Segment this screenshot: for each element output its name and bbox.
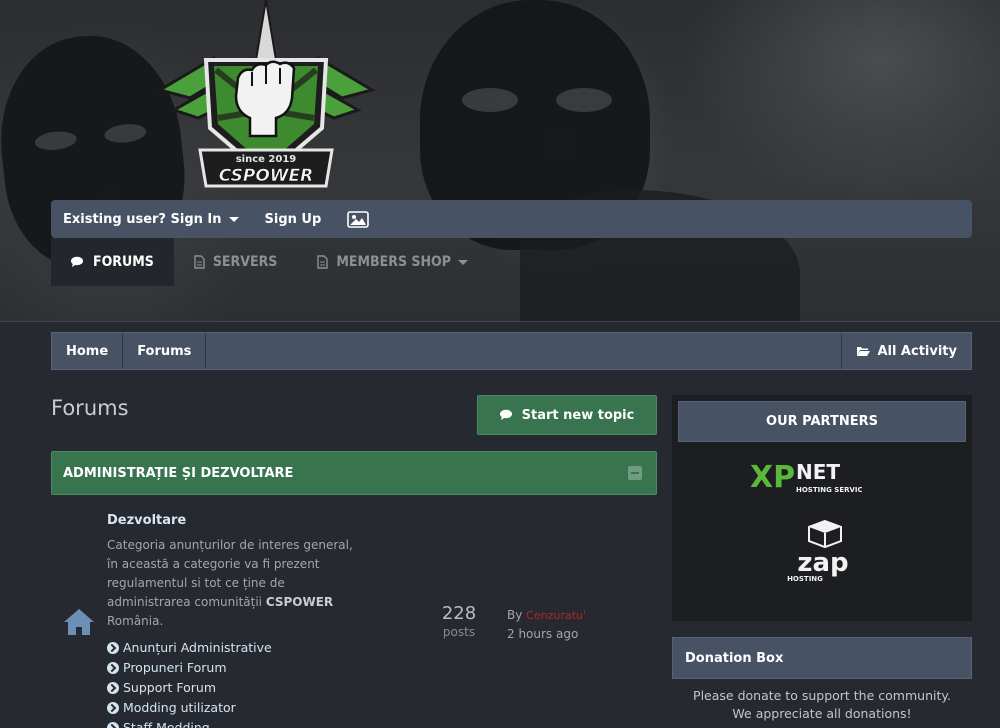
page-title: Forums <box>51 396 129 420</box>
sign-up-link[interactable]: Sign Up <box>265 212 322 227</box>
breadcrumb-home[interactable]: Home <box>52 333 124 369</box>
arrow-circle-icon <box>107 722 119 728</box>
arrow-circle-icon <box>107 662 119 674</box>
category-header: ADMINISTRAȚIE ȘI DEZVOLTARE <box>51 451 657 495</box>
user-bar: Existing user? Sign In Sign Up <box>51 200 972 238</box>
forum-row: Dezvoltare Categoria anunțurilor de inte… <box>51 505 657 728</box>
comments-icon <box>71 256 85 268</box>
arrow-circle-icon <box>107 682 119 694</box>
caret-down-icon <box>457 259 468 265</box>
arrow-circle-icon <box>107 642 119 654</box>
site-logo[interactable]: since 2019 CSPOWER <box>156 0 376 196</box>
document-icon <box>194 255 205 269</box>
tab-members-shop[interactable]: MEMBERS SHOP <box>297 238 488 286</box>
subforum-list: Anunțuri Administrative Propuneri Forum … <box>107 638 272 728</box>
donation-box-title: Donation Box <box>672 637 972 679</box>
subforum-link[interactable]: Support Forum <box>107 678 272 698</box>
document-icon <box>317 255 329 269</box>
breadcrumb: Home Forums All Activity <box>51 332 972 370</box>
svg-text:HOSTING: HOSTING <box>787 575 823 583</box>
last-post-info: By Cenzuratu' 2 hours ago <box>507 606 586 644</box>
post-count-label: posts <box>442 625 476 639</box>
svg-text:XP: XP <box>750 460 795 495</box>
forum-stats: 228 posts <box>431 603 487 639</box>
collapse-icon[interactable] <box>628 466 642 480</box>
last-post-time[interactable]: 2 hours ago <box>507 625 586 644</box>
last-post-user[interactable]: Cenzuratu' <box>526 609 586 622</box>
header-banner: since 2019 CSPOWER Existing user? Sign I… <box>0 0 1000 322</box>
sign-in-dropdown[interactable]: Existing user? Sign In <box>63 212 239 227</box>
zap-hosting-logo[interactable]: zap HOSTING <box>785 519 857 587</box>
all-activity-link[interactable]: All Activity <box>841 333 971 369</box>
xpnet-logo[interactable]: XP NET HOSTING SERVICES <box>750 457 862 499</box>
svg-text:CSPOWER: CSPOWER <box>219 166 313 186</box>
donation-text: Please donate to support the community. … <box>693 688 951 721</box>
folder-open-icon <box>856 345 871 357</box>
comments-icon <box>499 409 514 421</box>
home-icon <box>64 609 94 635</box>
tab-servers[interactable]: SERVERS <box>174 238 298 286</box>
arrow-circle-icon <box>107 702 119 714</box>
post-count: 228 <box>441 603 477 624</box>
breadcrumb-forums[interactable]: Forums <box>123 333 207 369</box>
tab-forums[interactable]: FORUMS <box>51 238 174 286</box>
forum-title[interactable]: Dezvoltare <box>107 513 186 528</box>
subforum-link[interactable]: Staff Modding <box>107 718 272 728</box>
svg-text:HOSTING SERVICES: HOSTING SERVICES <box>796 486 862 494</box>
svg-text:since 2019: since 2019 <box>236 154 297 165</box>
forum-description: Categoria anunțurilor de interes general… <box>107 538 353 628</box>
subforum-link[interactable]: Modding utilizator <box>107 698 272 718</box>
caret-down-icon <box>228 216 239 222</box>
svg-text:NET: NET <box>796 460 840 484</box>
partners-widget: OUR PARTNERS XP NET HOSTING SERVICES zap… <box>672 395 972 621</box>
primary-nav: FORUMS SERVERS MEMBERS SHOP <box>51 238 488 286</box>
subforum-link[interactable]: Propuneri Forum <box>107 658 272 678</box>
svg-text:zap: zap <box>797 548 848 578</box>
category-title[interactable]: ADMINISTRAȚIE ȘI DEZVOLTARE <box>63 466 293 481</box>
start-new-topic-button[interactable]: Start new topic <box>477 395 657 435</box>
subforum-link[interactable]: Anunțuri Administrative <box>107 638 272 658</box>
partners-title: OUR PARTNERS <box>678 401 966 442</box>
image-icon[interactable] <box>347 210 370 228</box>
